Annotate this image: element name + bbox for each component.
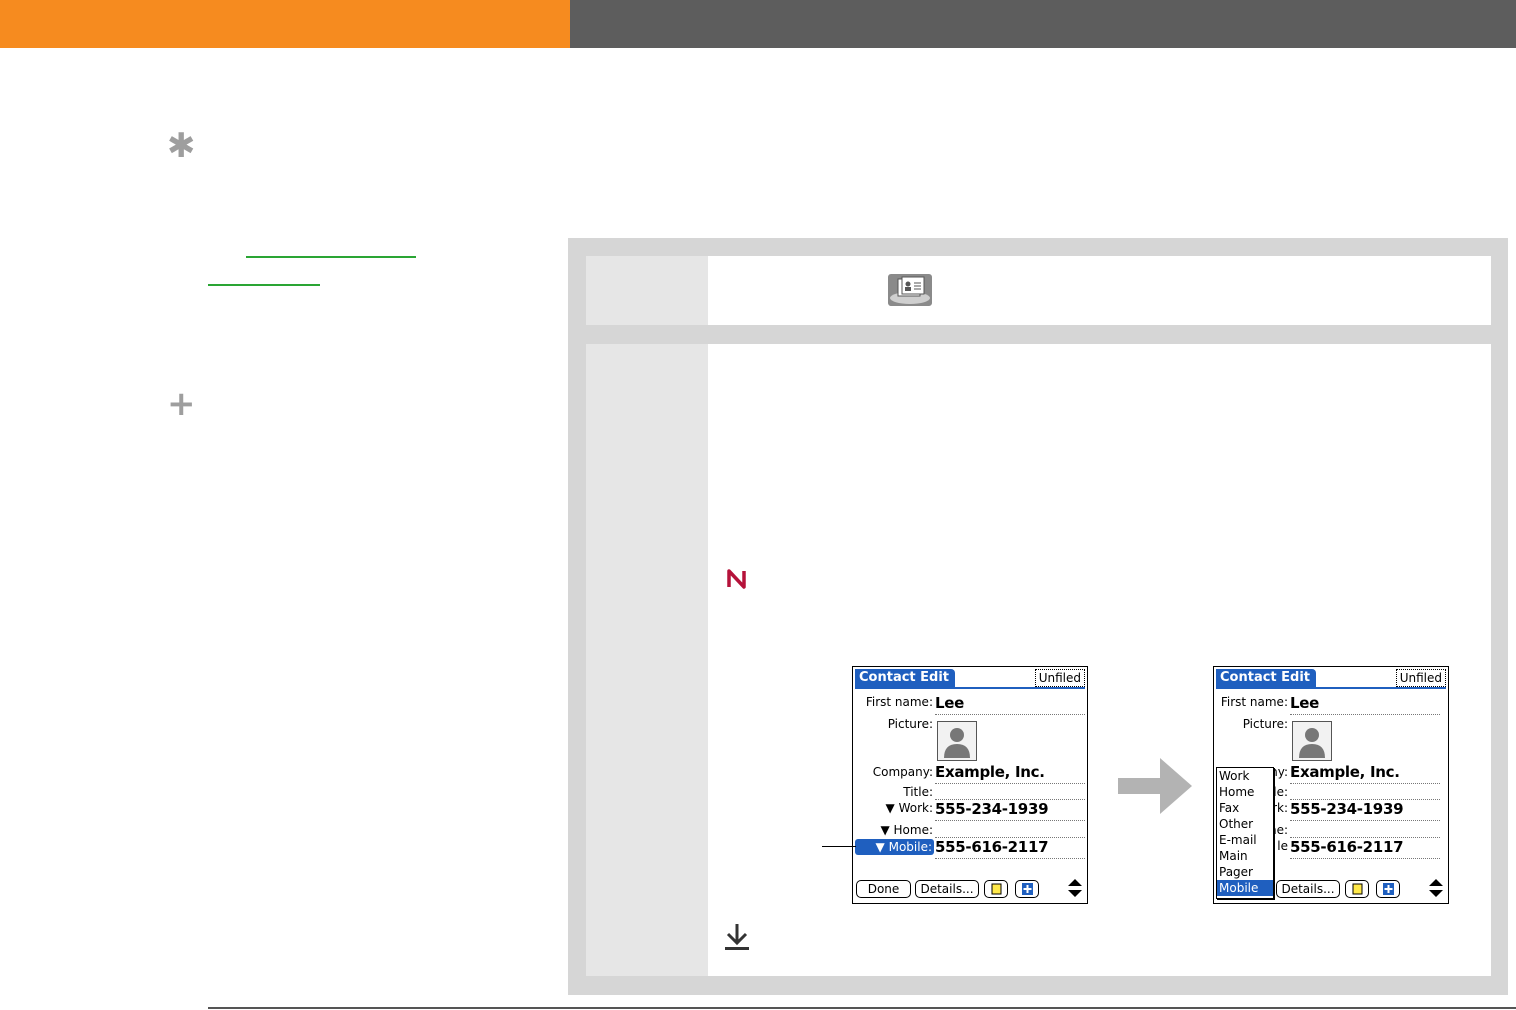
add-button-icon[interactable] (1376, 880, 1400, 898)
header-gray-bar (570, 0, 1516, 48)
mobile-phone-value[interactable]: 555-616-2117 (935, 838, 1049, 856)
popup-item-home[interactable]: Home (1217, 784, 1273, 800)
field-line (1290, 714, 1440, 715)
step-1-row (586, 256, 1491, 325)
footer-rule (208, 1007, 1516, 1009)
field-line (935, 858, 1085, 859)
field-line (935, 783, 1085, 784)
field-line (935, 714, 1085, 715)
mobile-phone-value[interactable]: 555-616-2117 (1290, 838, 1404, 856)
step-number-column (586, 256, 708, 325)
details-button[interactable]: Details... (1276, 880, 1340, 898)
work-label[interactable]: ▼ Work: (855, 801, 933, 815)
first-name-value[interactable]: Lee (935, 694, 964, 712)
plus-icon: + (167, 384, 196, 424)
field-line (1290, 820, 1440, 821)
screen-title: Contact Edit (855, 669, 955, 687)
cross-reference-link-underline[interactable] (246, 256, 416, 258)
scroll-arrows-icon[interactable] (1066, 877, 1084, 899)
callout-line (822, 846, 856, 847)
palm-screen-after: Contact Edit Unfiled First name: Lee Pic… (1213, 666, 1449, 904)
mobile-label-text: Mobile: (888, 840, 932, 854)
popup-item-other[interactable]: Other (1217, 816, 1273, 832)
company-label: Company: (872, 765, 933, 779)
contact-photo-icon[interactable] (1292, 721, 1332, 761)
home-label[interactable]: ▼ Home: (855, 823, 933, 837)
contacts-app-icon[interactable] (888, 274, 932, 306)
download-arrow-icon (725, 924, 749, 950)
note-button-icon[interactable] (1345, 880, 1369, 898)
home-label-text: Home: (893, 823, 933, 837)
done-button[interactable]: Done (856, 880, 911, 898)
arrow-right-icon (1118, 758, 1192, 814)
first-name-value[interactable]: Lee (1290, 694, 1319, 712)
picture-label: Picture: (887, 717, 933, 731)
first-name-label: First name: (1220, 695, 1288, 709)
popup-item-main[interactable]: Main (1217, 848, 1273, 864)
field-line (1290, 858, 1440, 859)
screen-title: Contact Edit (1216, 669, 1316, 687)
work-phone-value[interactable]: 555-234-1939 (1290, 800, 1404, 818)
title-bar: Contact Edit Unfiled (855, 669, 1085, 689)
popup-item-fax[interactable]: Fax (1217, 800, 1273, 816)
cross-reference-link-underline-2[interactable] (208, 284, 320, 286)
header-orange-bar (0, 0, 570, 48)
picture-label: Picture: (1242, 717, 1288, 731)
popup-item-email[interactable]: E-mail (1217, 832, 1273, 848)
company-value[interactable]: Example, Inc. (935, 763, 1045, 781)
field-line (1290, 783, 1440, 784)
note-button-icon[interactable] (984, 880, 1008, 898)
popup-item-pager[interactable]: Pager (1217, 864, 1273, 880)
title-bar: Contact Edit Unfiled (1216, 669, 1446, 689)
contact-photo-icon[interactable] (937, 721, 977, 761)
add-button-icon[interactable] (1015, 880, 1039, 898)
category-picker[interactable]: Unfiled (1395, 669, 1446, 687)
company-value[interactable]: Example, Inc. (1290, 763, 1400, 781)
note-icon (727, 569, 746, 589)
category-picker[interactable]: Unfiled (1034, 669, 1085, 687)
tip-asterisk-icon: ✱ (167, 126, 196, 166)
mobile-label-selected[interactable]: ▼ Mobile: (855, 839, 934, 855)
popup-item-mobile[interactable]: Mobile (1217, 880, 1273, 896)
title-label: Title: (903, 785, 933, 799)
first-name-label: First name: (865, 695, 933, 709)
phone-type-popup-list: Work Home Fax Other E-mail Main Pager Mo… (1216, 767, 1274, 899)
details-button[interactable]: Details... (915, 880, 979, 898)
work-label-text: Work: (898, 801, 933, 815)
popup-item-work[interactable]: Work (1217, 768, 1273, 784)
scroll-arrows-icon[interactable] (1427, 877, 1445, 899)
step-number-column (586, 344, 708, 976)
palm-screen-before: Contact Edit Unfiled First name: Lee Pic… (852, 666, 1088, 904)
work-phone-value[interactable]: 555-234-1939 (935, 800, 1049, 818)
field-line (935, 820, 1085, 821)
